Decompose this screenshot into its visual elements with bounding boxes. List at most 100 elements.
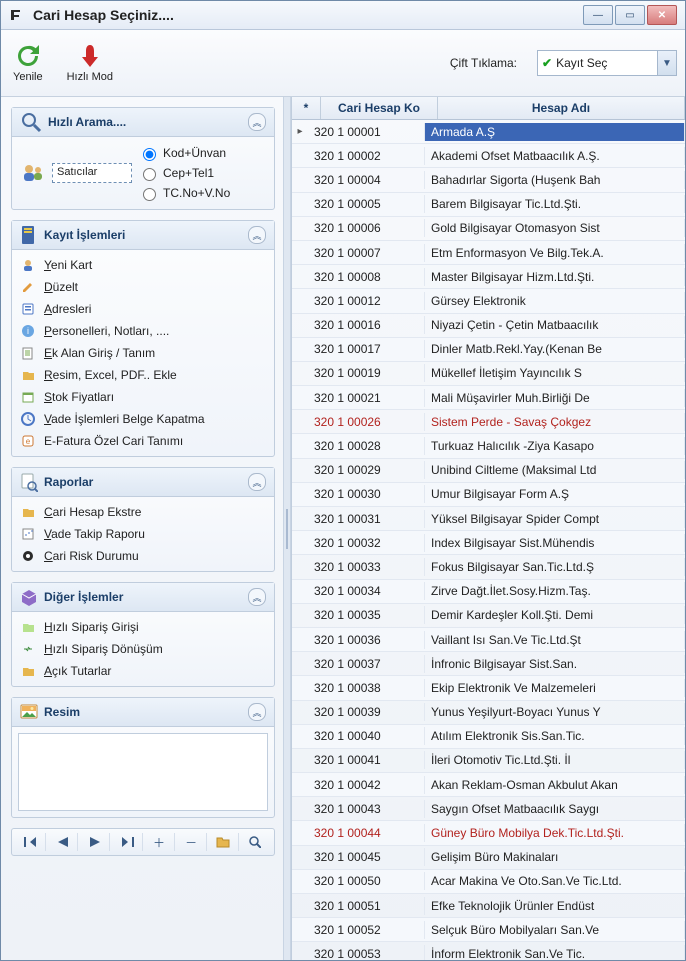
table-row[interactable]: 320 1 00036Vaillant Isı San.Ve Tic.Ltd.Ş… [292, 628, 685, 652]
menu-item[interactable]: Açık Tutarlar [16, 660, 270, 682]
menu-item[interactable]: Stok Fiyatları [16, 386, 270, 408]
menu-item[interactable]: Hızlı Sipariş Dönüşüm [16, 638, 270, 660]
nav-first-button[interactable] [16, 833, 46, 851]
table-row[interactable]: ▸320 1 00001Armada A.Ş [292, 120, 685, 144]
menu-item-label: Adresleri [44, 302, 91, 316]
table-row[interactable]: 320 1 00006Gold Bilgisayar Otomasyon Sis… [292, 217, 685, 241]
table-row[interactable]: 320 1 00041İleri Otomotiv Tic.Ltd.Şti. İ… [292, 749, 685, 773]
table-row[interactable]: 320 1 00030Umur Bilgisayar Form A.Ş [292, 483, 685, 507]
table-row[interactable]: 320 1 00031Yüksel Bilgisayar Spider Comp… [292, 507, 685, 531]
cell-name: Yüksel Bilgisayar Spider Compt [425, 510, 685, 528]
quick-search-header[interactable]: Hızlı Arama.... ︽ [12, 108, 274, 137]
nav-next-button[interactable] [80, 833, 110, 851]
row-selector-header[interactable]: * [292, 97, 321, 119]
titlebar[interactable]: Cari Hesap Seçiniz.... — ▭ ✕ [1, 1, 685, 30]
cell-name: Selçuk Büro Mobilyaları San.Ve [425, 921, 685, 939]
table-row[interactable]: 320 1 00005Barem Bilgisayar Tic.Ltd.Şti. [292, 193, 685, 217]
doubleclick-combo[interactable]: ✔ Kayıt Seç ▼ [537, 50, 677, 76]
table-row[interactable]: 320 1 00045Gelişim Büro Makinaları [292, 846, 685, 870]
nav-zoom-button[interactable] [241, 833, 270, 851]
quick-search-input[interactable]: Satıcılar [52, 163, 132, 183]
col-header-name[interactable]: Hesap Adı [438, 97, 685, 119]
menu-item-icon [20, 279, 36, 295]
cell-code: 320 1 00043 [308, 800, 425, 818]
table-row[interactable]: 320 1 00029Unibind Ciltleme (Maksimal Lt… [292, 459, 685, 483]
radio-tcno-vno[interactable]: TC.No+V.No [138, 185, 230, 201]
radio-kod-unvan[interactable]: Kod+Ünvan [138, 145, 230, 161]
table-row[interactable]: 320 1 00033Fokus Bilgisayar San.Tic.Ltd.… [292, 555, 685, 579]
nav-remove-button[interactable]: － [177, 833, 207, 851]
table-row[interactable]: 320 1 00002Akademi Ofset Matbaacılık A.Ş… [292, 144, 685, 168]
table-row[interactable]: 320 1 00028Turkuaz Halıcılık -Ziya Kasap… [292, 434, 685, 458]
table-row[interactable]: 320 1 00032Index Bilgisayar Sist.Mühendi… [292, 531, 685, 555]
menu-item[interactable]: Düzelt [16, 276, 270, 298]
table-row[interactable]: 320 1 00034Zirve Dağt.İlet.Sosy.Hizm.Taş… [292, 580, 685, 604]
table-row[interactable]: 320 1 00007Etm Enformasyon Ve Bilg.Tek.A… [292, 241, 685, 265]
grid-body[interactable]: ▸320 1 00001Armada A.Ş320 1 00002Akademi… [292, 120, 685, 960]
cell-name: Master Bilgisayar Hizm.Ltd.Şti. [425, 268, 685, 286]
menu-item[interactable]: Ek Alan Giriş / Tanım [16, 342, 270, 364]
table-row[interactable]: 320 1 00021Mali Müşavirler Muh.Birliği D… [292, 386, 685, 410]
table-row[interactable]: 320 1 00017Dinler Matb.Rekl.Yay.(Kenan B… [292, 338, 685, 362]
menu-item[interactable]: Resim, Excel, PDF.. Ekle [16, 364, 270, 386]
maximize-button[interactable]: ▭ [615, 5, 645, 25]
table-row[interactable]: 320 1 00016Niyazi Çetin - Çetin Matbaacı… [292, 314, 685, 338]
menu-item[interactable]: iPersonelleri, Notları, .... [16, 320, 270, 342]
menu-item-icon [20, 389, 36, 405]
menu-item[interactable]: Adresleri [16, 298, 270, 320]
radio-cep-tel1[interactable]: Cep+Tel1 [138, 165, 230, 181]
table-row[interactable]: 320 1 00026Sistem Perde - Savaş Çokgez [292, 410, 685, 434]
table-row[interactable]: 320 1 00037İnfronic Bilgisayar Sist.San. [292, 652, 685, 676]
resim-header[interactable]: Resim ︽ [12, 698, 274, 727]
cell-code: 320 1 00021 [308, 389, 425, 407]
table-row[interactable]: 320 1 00004Bahadırlar Sigorta (Huşenk Ba… [292, 168, 685, 192]
menu-item[interactable]: eE-Fatura Özel Cari Tanımı [16, 430, 270, 452]
cell-code: 320 1 00053 [308, 945, 425, 960]
menu-item[interactable]: Vade İşlemleri Belge Kapatma [16, 408, 270, 430]
table-row[interactable]: 320 1 00052Selçuk Büro Mobilyaları San.V… [292, 918, 685, 942]
close-button[interactable]: ✕ [647, 5, 677, 25]
col-header-code[interactable]: Cari Hesap Ko [321, 97, 438, 119]
nav-add-button[interactable]: ＋ [145, 833, 175, 851]
kayit-islemleri-header[interactable]: Kayıt İşlemleri ︽ [12, 221, 274, 250]
table-row[interactable]: 320 1 00043Saygın Ofset Matbaacılık Sayg… [292, 797, 685, 821]
raporlar-header[interactable]: Raporlar ︽ [12, 468, 274, 497]
table-row[interactable]: 320 1 00035Demir Kardeşler Koll.Şti. Dem… [292, 604, 685, 628]
table-row[interactable]: 320 1 00039Yunus Yeşilyurt-Boyacı Yunus … [292, 701, 685, 725]
collapse-icon[interactable]: ︽ [248, 226, 266, 244]
minimize-button[interactable]: — [583, 5, 613, 25]
table-row[interactable]: 320 1 00053İnform Elektronik San.Ve Tic. [292, 942, 685, 960]
collapse-icon[interactable]: ︽ [248, 113, 266, 131]
row-indicator: ▸ [292, 126, 308, 137]
table-row[interactable]: 320 1 00038Ekip Elektronik Ve Malzemeler… [292, 676, 685, 700]
nav-folder-button[interactable] [209, 833, 239, 851]
first-icon [24, 837, 38, 847]
chevron-down-icon[interactable]: ▼ [657, 51, 676, 75]
collapse-icon[interactable]: ︽ [248, 703, 266, 721]
menu-item[interactable]: Yeni Kart [16, 254, 270, 276]
cell-name: Efke Teknolojik Ürünler Endüst [425, 897, 685, 915]
table-row[interactable]: 320 1 00040Atılım Elektronik Sis.San.Tic… [292, 725, 685, 749]
table-row[interactable]: 320 1 00008Master Bilgisayar Hizm.Ltd.Şt… [292, 265, 685, 289]
table-row[interactable]: 320 1 00050Acar Makina Ve Oto.San.Ve Tic… [292, 870, 685, 894]
menu-item[interactable]: Vade Takip Raporu [16, 523, 270, 545]
cell-name: Dinler Matb.Rekl.Yay.(Kenan Be [425, 340, 685, 358]
fast-mode-button[interactable]: Hızlı Mod [63, 41, 117, 85]
table-row[interactable]: 320 1 00051Efke Teknolojik Ürünler Endüs… [292, 894, 685, 918]
menu-item[interactable]: Cari Risk Durumu [16, 545, 270, 567]
nav-prev-button[interactable] [48, 833, 78, 851]
folder-icon [216, 836, 230, 848]
nav-last-button[interactable] [112, 833, 142, 851]
refresh-button[interactable]: Yenile [9, 41, 47, 85]
collapse-icon[interactable]: ︽ [248, 473, 266, 491]
kayit-items-list: Yeni KartDüzelt Adresleri iPersonelleri, N… [12, 250, 274, 456]
menu-item[interactable]: Hızlı Sipariş Girişi [16, 616, 270, 638]
table-row[interactable]: 320 1 00042Akan Reklam-Osman Akbulut Aka… [292, 773, 685, 797]
table-row[interactable]: 320 1 00044Güney Büro Mobilya Dek.Tic.Lt… [292, 821, 685, 845]
collapse-icon[interactable]: ︽ [248, 588, 266, 606]
diger-islemler-header[interactable]: Diğer İşlemler ︽ [12, 583, 274, 612]
menu-item[interactable]: Cari Hesap Ekstre [16, 501, 270, 523]
vertical-splitter[interactable] [283, 97, 291, 960]
table-row[interactable]: 320 1 00019Mükellef İletişim Yayıncılık … [292, 362, 685, 386]
table-row[interactable]: 320 1 00012Gürsey Elektronik [292, 289, 685, 313]
